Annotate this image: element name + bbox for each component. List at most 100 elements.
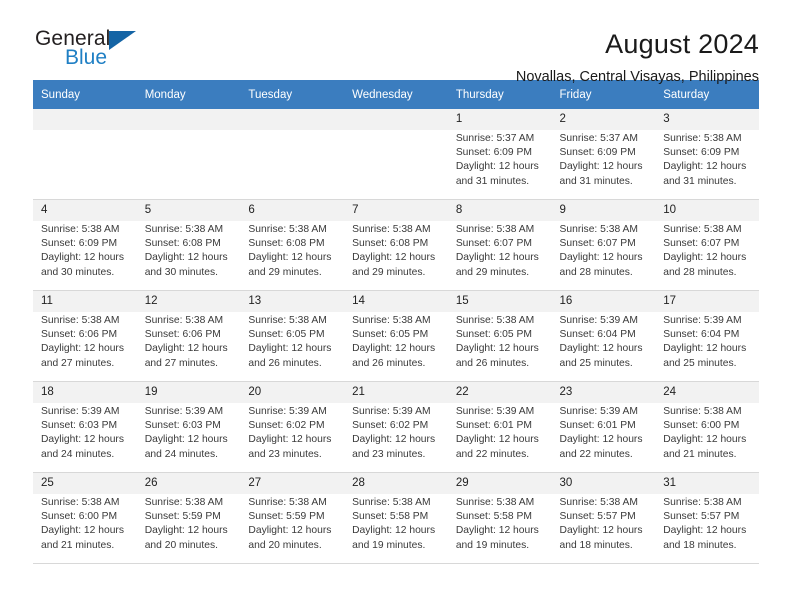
day-info-line-2: Sunset: 5:57 PM	[559, 511, 636, 523]
day-info-line-4: and 23 minutes.	[248, 448, 322, 460]
day-info-line-1: Sunrise: 5:37 AM	[455, 133, 535, 144]
day-info-line-1: Sunrise: 5:39 AM	[559, 406, 638, 417]
day-sun-info: Sunrise: 5:38 AM Sunset: 5:59 PM Daylight:…	[240, 494, 344, 553]
day-info-line-1: Sunrise: 5:38 AM	[663, 224, 742, 235]
calendar-body: 1 Sunrise: 5:37 AM Sunset: 6:09 PM Daylight…	[33, 109, 759, 564]
day-info-line-3: Daylight: 12 hours	[248, 434, 332, 446]
day-info-line-2: Sunset: 6:09 PM	[41, 238, 118, 250]
calendar-day-cell[interactable]: 25 Sunrise: 5:38 AM Sunset: 6:00 PM Dayligh…	[33, 472, 137, 564]
day-info-line-3: Daylight: 12 hours	[352, 252, 436, 264]
page-title: August 2024	[605, 29, 759, 59]
day-info-line-3: Daylight: 12 hours	[559, 343, 643, 355]
day-info-line-3: Daylight: 12 hours	[663, 252, 747, 264]
calendar-day-cell[interactable]: 4 Sunrise: 5:38 AM Sunset: 6:09 PM Daylight…	[33, 199, 137, 291]
calendar-cell-empty	[240, 109, 345, 200]
day-info-line-3: Daylight: 12 hours	[663, 525, 747, 537]
day-info-line-2: Sunset: 6:06 PM	[41, 329, 118, 341]
triangle-flag-icon	[109, 31, 136, 50]
day-sun-info: Sunrise: 5:38 AM Sunset: 6:06 PM Daylight:…	[33, 312, 137, 371]
calendar-day-cell[interactable]: 23 Sunrise: 5:39 AM Sunset: 6:01 PM Dayligh…	[551, 381, 656, 473]
day-info-line-2: Sunset: 6:02 PM	[352, 420, 429, 432]
day-info-line-1: Sunrise: 5:38 AM	[559, 224, 638, 235]
day-number: 28	[344, 473, 448, 494]
day-info-line-3: Daylight: 12 hours	[248, 252, 332, 264]
calendar-day-cell[interactable]: 11 Sunrise: 5:38 AM Sunset: 6:06 PM Dayligh…	[33, 290, 137, 382]
calendar-day-cell[interactable]: 24 Sunrise: 5:38 AM Sunset: 6:00 PM Dayligh…	[655, 381, 759, 473]
calendar-day-cell[interactable]: 19 Sunrise: 5:39 AM Sunset: 6:03 PM Dayligh…	[136, 381, 241, 473]
day-number: 23	[551, 382, 656, 403]
calendar-day-cell[interactable]: 10 Sunrise: 5:38 AM Sunset: 6:07 PM Dayligh…	[655, 199, 759, 291]
day-info-line-4: and 29 minutes.	[455, 266, 530, 278]
day-info-line-2: Sunset: 6:07 PM	[455, 238, 532, 250]
day-info-line-3: Daylight: 12 hours	[144, 343, 228, 355]
brand-logo[interactable]: General Blue	[33, 28, 175, 80]
day-sun-info: Sunrise: 5:39 AM Sunset: 6:04 PM Daylight:…	[655, 312, 759, 371]
calendar-day-cell[interactable]: 17 Sunrise: 5:39 AM Sunset: 6:04 PM Dayligh…	[655, 290, 759, 382]
day-info-line-3: Daylight: 12 hours	[455, 434, 539, 446]
calendar-week-row: 11 Sunrise: 5:38 AM Sunset: 6:06 PM Dayligh…	[33, 290, 759, 382]
day-info-line-2: Sunset: 5:58 PM	[352, 511, 429, 523]
day-info-line-4: and 19 minutes.	[455, 539, 530, 551]
day-info-line-1: Sunrise: 5:39 AM	[559, 315, 638, 326]
calendar-day-cell[interactable]: 26 Sunrise: 5:38 AM Sunset: 5:59 PM Dayligh…	[136, 472, 241, 564]
calendar-day-cell[interactable]: 9 Sunrise: 5:38 AM Sunset: 6:07 PM Daylight…	[551, 199, 656, 291]
day-info-line-3: Daylight: 12 hours	[559, 434, 643, 446]
calendar-day-cell[interactable]: 3 Sunrise: 5:38 AM Sunset: 6:09 PM Daylight…	[655, 109, 759, 200]
day-info-line-4: and 30 minutes.	[144, 266, 218, 278]
calendar-day-cell[interactable]: 2 Sunrise: 5:37 AM Sunset: 6:09 PM Daylight…	[551, 109, 656, 200]
day-number: 10	[655, 200, 759, 221]
day-info-line-3: Daylight: 12 hours	[248, 343, 332, 355]
day-info-line-2: Sunset: 6:01 PM	[559, 420, 636, 432]
calendar-day-cell[interactable]: 5 Sunrise: 5:38 AM Sunset: 6:08 PM Daylight…	[136, 199, 241, 291]
day-info-line-2: Sunset: 5:59 PM	[248, 511, 325, 523]
day-info-line-4: and 24 minutes.	[41, 448, 115, 460]
day-number	[136, 109, 241, 130]
day-number: 6	[240, 200, 345, 221]
day-info-line-2: Sunset: 6:00 PM	[41, 511, 118, 523]
calendar-day-cell[interactable]: 1 Sunrise: 5:37 AM Sunset: 6:09 PM Daylight…	[447, 109, 552, 200]
day-info-line-1: Sunrise: 5:38 AM	[559, 497, 638, 508]
day-info-line-4: and 31 minutes.	[663, 175, 737, 187]
calendar-day-cell[interactable]: 29 Sunrise: 5:38 AM Sunset: 5:58 PM Dayligh…	[447, 472, 552, 564]
calendar-day-cell[interactable]: 20 Sunrise: 5:39 AM Sunset: 6:02 PM Dayligh…	[240, 381, 345, 473]
day-info-line-1: Sunrise: 5:38 AM	[41, 224, 120, 235]
weekday-header-tuesday: Tuesday	[240, 80, 345, 109]
day-info-line-3: Daylight: 12 hours	[455, 525, 539, 537]
calendar-day-cell[interactable]: 13 Sunrise: 5:38 AM Sunset: 6:05 PM Dayligh…	[240, 290, 345, 382]
day-info-line-1: Sunrise: 5:38 AM	[248, 497, 327, 508]
day-number: 18	[33, 382, 137, 403]
day-sun-info: Sunrise: 5:38 AM Sunset: 5:57 PM Daylight:…	[655, 494, 759, 553]
day-info-line-4: and 25 minutes.	[663, 357, 737, 369]
day-info-line-2: Sunset: 5:57 PM	[663, 511, 740, 523]
day-info-line-3: Daylight: 12 hours	[41, 434, 124, 446]
calendar-day-cell[interactable]: 28 Sunrise: 5:38 AM Sunset: 5:58 PM Dayligh…	[344, 472, 448, 564]
calendar-day-cell[interactable]: 31 Sunrise: 5:38 AM Sunset: 5:57 PM Dayligh…	[655, 472, 759, 564]
day-info-line-3: Daylight: 12 hours	[144, 434, 228, 446]
calendar-day-cell[interactable]: 8 Sunrise: 5:38 AM Sunset: 6:07 PM Daylight…	[447, 199, 552, 291]
day-info-line-4: and 18 minutes.	[559, 539, 633, 551]
day-info-line-4: and 26 minutes.	[455, 357, 530, 369]
calendar-day-cell[interactable]: 12 Sunrise: 5:38 AM Sunset: 6:06 PM Dayligh…	[136, 290, 241, 382]
calendar-day-cell[interactable]: 30 Sunrise: 5:38 AM Sunset: 5:57 PM Dayligh…	[551, 472, 656, 564]
day-sun-info: Sunrise: 5:39 AM Sunset: 6:03 PM Daylight:…	[137, 403, 241, 462]
calendar-day-cell[interactable]: 16 Sunrise: 5:39 AM Sunset: 6:04 PM Dayligh…	[551, 290, 656, 382]
day-number: 4	[33, 200, 137, 221]
day-number: 29	[447, 473, 552, 494]
day-number	[33, 109, 137, 130]
day-info-line-1: Sunrise: 5:37 AM	[559, 133, 638, 144]
calendar-day-cell[interactable]: 15 Sunrise: 5:38 AM Sunset: 6:05 PM Dayligh…	[447, 290, 552, 382]
calendar-day-cell[interactable]: 7 Sunrise: 5:38 AM Sunset: 6:08 PM Daylight…	[344, 199, 448, 291]
day-number: 25	[33, 473, 137, 494]
calendar-day-cell[interactable]: 21 Sunrise: 5:39 AM Sunset: 6:02 PM Dayligh…	[344, 381, 448, 473]
calendar-day-cell[interactable]: 14 Sunrise: 5:38 AM Sunset: 6:05 PM Dayligh…	[344, 290, 448, 382]
calendar-day-cell[interactable]: 6 Sunrise: 5:38 AM Sunset: 6:08 PM Daylight…	[240, 199, 345, 291]
calendar-day-cell[interactable]: 27 Sunrise: 5:38 AM Sunset: 5:59 PM Dayligh…	[240, 472, 345, 564]
calendar-day-cell[interactable]: 22 Sunrise: 5:39 AM Sunset: 6:01 PM Dayligh…	[447, 381, 552, 473]
day-info-line-3: Daylight: 12 hours	[41, 343, 124, 355]
calendar-day-cell[interactable]: 18 Sunrise: 5:39 AM Sunset: 6:03 PM Dayligh…	[33, 381, 137, 473]
day-info-line-4: and 31 minutes.	[455, 175, 530, 187]
day-info-line-4: and 24 minutes.	[144, 448, 218, 460]
day-sun-info: Sunrise: 5:38 AM Sunset: 6:00 PM Daylight:…	[33, 494, 137, 553]
day-info-line-2: Sunset: 6:07 PM	[559, 238, 636, 250]
day-info-line-4: and 29 minutes.	[352, 266, 426, 278]
